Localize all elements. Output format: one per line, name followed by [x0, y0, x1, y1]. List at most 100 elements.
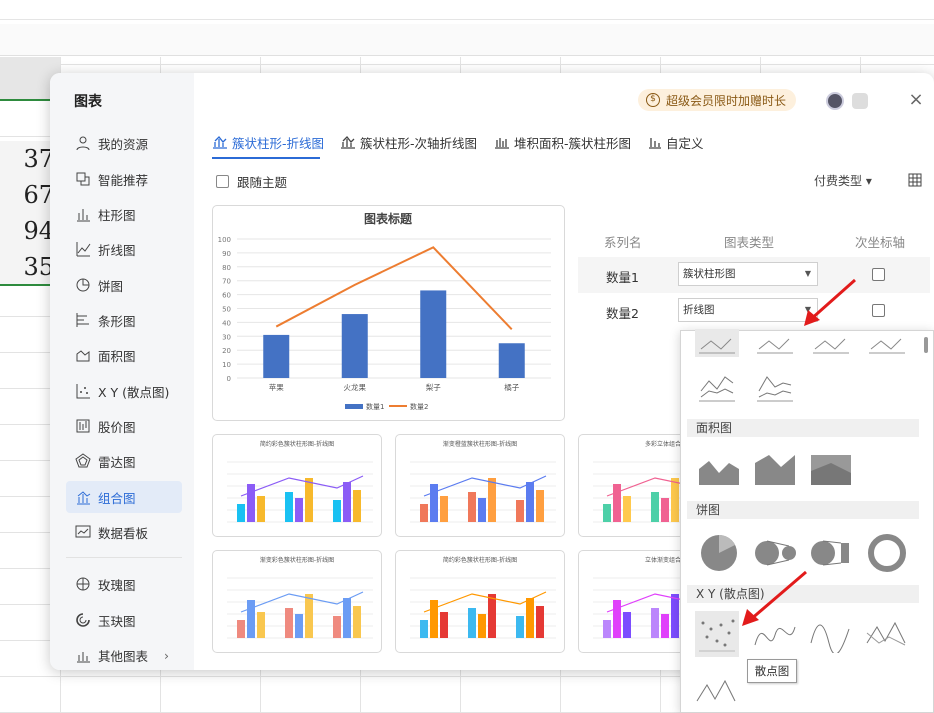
sidebar-item-combo-chart[interactable]: 组合图: [66, 481, 182, 513]
rose-chart-icon: [74, 575, 92, 593]
tab-custom[interactable]: 自定义: [648, 131, 704, 153]
sidebar-item-bar-chart[interactable]: 条形图: [66, 304, 182, 336]
line-chart-thumb[interactable]: [753, 329, 797, 357]
sidebar-item-label: 玫瑰图: [98, 577, 136, 593]
select-value: 簇状柱形图: [683, 268, 736, 280]
avatar[interactable]: [826, 92, 844, 110]
combo-chart-icon: [340, 135, 356, 149]
line-chart-thumb[interactable]: [695, 329, 739, 357]
area-chart-thumb[interactable]: [809, 449, 853, 487]
scatter-chart-thumb[interactable]: [695, 611, 739, 657]
sidebar-item-label: 折线图: [98, 242, 136, 258]
chart-type-sidebar: 图表 我的资源智能推荐 柱形图折线图饼图条形图面积图 X Y (散点图) 股价图雷达图…: [50, 73, 194, 670]
promo-text: 超级会员限时加赠时长: [666, 93, 787, 108]
grid-view-icon[interactable]: [908, 173, 922, 187]
pay-type-dropdown[interactable]: 付费类型 ▾: [814, 172, 872, 189]
tab-column-secondary-line[interactable]: 簇状柱形-次轴折线图: [340, 131, 477, 153]
secondary-axis-checkbox[interactable]: [872, 304, 885, 317]
doughnut-chart-thumb[interactable]: [865, 531, 909, 572]
radar-chart-icon: [74, 452, 92, 470]
y-tick-label: 20: [222, 347, 231, 355]
bar: [498, 343, 525, 378]
sidebar-item-label: 面积图: [98, 348, 136, 364]
bar: [420, 290, 447, 378]
template-card[interactable]: 简约彩色簇状柱形图-折线图: [395, 550, 565, 653]
y-tick-label: 90: [222, 250, 231, 258]
area-column-icon: [494, 135, 510, 149]
template-card[interactable]: 渐变橙蓝簇状柱形图-折线图: [395, 434, 565, 537]
promo-badge[interactable]: $ 超级会员限时加赠时长: [638, 89, 797, 111]
series-row: 数量1 簇状柱形图 ▼: [578, 257, 930, 293]
bar-of-pie-thumb[interactable]: [809, 531, 853, 569]
dialog-title: 图表: [74, 94, 102, 110]
bar: [341, 314, 368, 378]
combo-chart-icon: [212, 135, 228, 149]
user-icon: [74, 134, 92, 152]
tooltip: 散点图: [747, 659, 797, 683]
y-tick-label: 10: [222, 361, 231, 369]
sidebar-item-label: 组合图: [98, 490, 136, 506]
sidebar-item-dashboard[interactable]: 数据看板: [66, 516, 182, 548]
template-card[interactable]: 渐变彩色簇状柱形图-折线图: [212, 550, 382, 653]
area-chart-thumb[interactable]: [753, 449, 797, 487]
sidebar-item-label: 数据看板: [98, 525, 149, 541]
vip-icon[interactable]: [852, 93, 868, 109]
tab-stacked-area-column[interactable]: 堆积面积-簇状柱形图: [494, 131, 631, 153]
chart-type-select[interactable]: 簇状柱形图 ▼: [678, 262, 818, 286]
sidebar-item-column-chart[interactable]: 柱形图: [66, 198, 182, 230]
sidebar-item-smart[interactable]: 智能推荐: [66, 163, 182, 195]
chart-type-select[interactable]: 折线图 ▼: [678, 298, 818, 322]
area-chart-thumb[interactable]: [697, 449, 741, 487]
active-tab-indicator: [212, 157, 320, 159]
scrollbar[interactable]: [924, 337, 928, 353]
checkbox[interactable]: [216, 175, 229, 188]
line-marker-thumb[interactable]: [695, 367, 739, 405]
line-chart-thumb[interactable]: [865, 329, 909, 357]
sidebar-item-stock-chart[interactable]: 股价图: [66, 410, 182, 442]
close-button[interactable]: ×: [906, 90, 926, 110]
sidebar-item-label: X Y (散点图): [98, 384, 170, 400]
section-area: 面积图: [687, 419, 919, 437]
sidebar-item-label: 饼图: [98, 278, 124, 294]
sidebar-item-label: 我的资源: [98, 136, 149, 152]
pie-of-pie-thumb[interactable]: [753, 531, 797, 569]
sidebar-item-user[interactable]: 我的资源: [66, 127, 182, 159]
tab-column-line[interactable]: 簇状柱形-折线图: [212, 131, 324, 153]
template-thumbnail: [410, 461, 556, 523]
combo-chart-icon: [74, 488, 92, 506]
area-chart-icon: [74, 346, 92, 364]
tab-label: 簇状柱形-次轴折线图: [360, 135, 478, 151]
chart-preview[interactable]: 图表标题 0 10 20 30 40 50 60 70 80 90 100 苹果 火龙果 梨子 橘子 数量1 数量…: [212, 205, 565, 421]
line-chart-icon: [74, 240, 92, 258]
series-row: 数量2 折线图 ▼: [578, 293, 930, 329]
sidebar-item-label: 股价图: [98, 419, 136, 435]
line-marker-thumb[interactable]: [753, 367, 797, 405]
sidebar-item-rose-chart[interactable]: 玫瑰图: [66, 568, 182, 600]
follow-theme-checkbox[interactable]: 跟随主题: [216, 172, 287, 191]
follow-theme-label: 跟随主题: [237, 175, 288, 190]
sidebar-item-radar-chart[interactable]: 雷达图: [66, 445, 182, 477]
sidebar-item-area-chart[interactable]: 面积图: [66, 339, 182, 371]
custom-chart-icon: [648, 135, 662, 149]
y-tick-label: 100: [218, 236, 231, 244]
secondary-axis-checkbox[interactable]: [872, 268, 885, 281]
sidebar-item-scatter-chart[interactable]: X Y (散点图): [66, 375, 182, 407]
straight-line-scatter-thumb[interactable]: [695, 671, 739, 709]
smooth-line-scatter-thumb[interactable]: [809, 613, 853, 655]
legend-label: 数量1: [366, 402, 384, 411]
y-tick-label: 70: [222, 278, 231, 286]
y-tick-label: 0: [227, 375, 231, 383]
straight-scatter-thumb[interactable]: [865, 613, 909, 651]
more-chart-icon: [74, 646, 92, 664]
sidebar-item-jade-chart[interactable]: 玉玦图: [66, 604, 182, 636]
sidebar-item-line-chart[interactable]: 折线图: [66, 233, 182, 265]
y-tick-label: 60: [222, 292, 231, 300]
pie-chart-thumb[interactable]: [697, 531, 741, 571]
sidebar-item-more-chart[interactable]: 其他图表 ›: [66, 639, 182, 670]
line-chart-thumb[interactable]: [809, 329, 853, 357]
template-title: 简约彩色簇状柱形图-折线图: [259, 441, 335, 448]
sidebar-item-pie-chart[interactable]: 饼图: [66, 269, 182, 301]
formula-bar: [0, 24, 934, 56]
select-value: 折线图: [683, 304, 715, 316]
template-card[interactable]: 简约彩色簇状柱形图-折线图: [212, 434, 382, 537]
